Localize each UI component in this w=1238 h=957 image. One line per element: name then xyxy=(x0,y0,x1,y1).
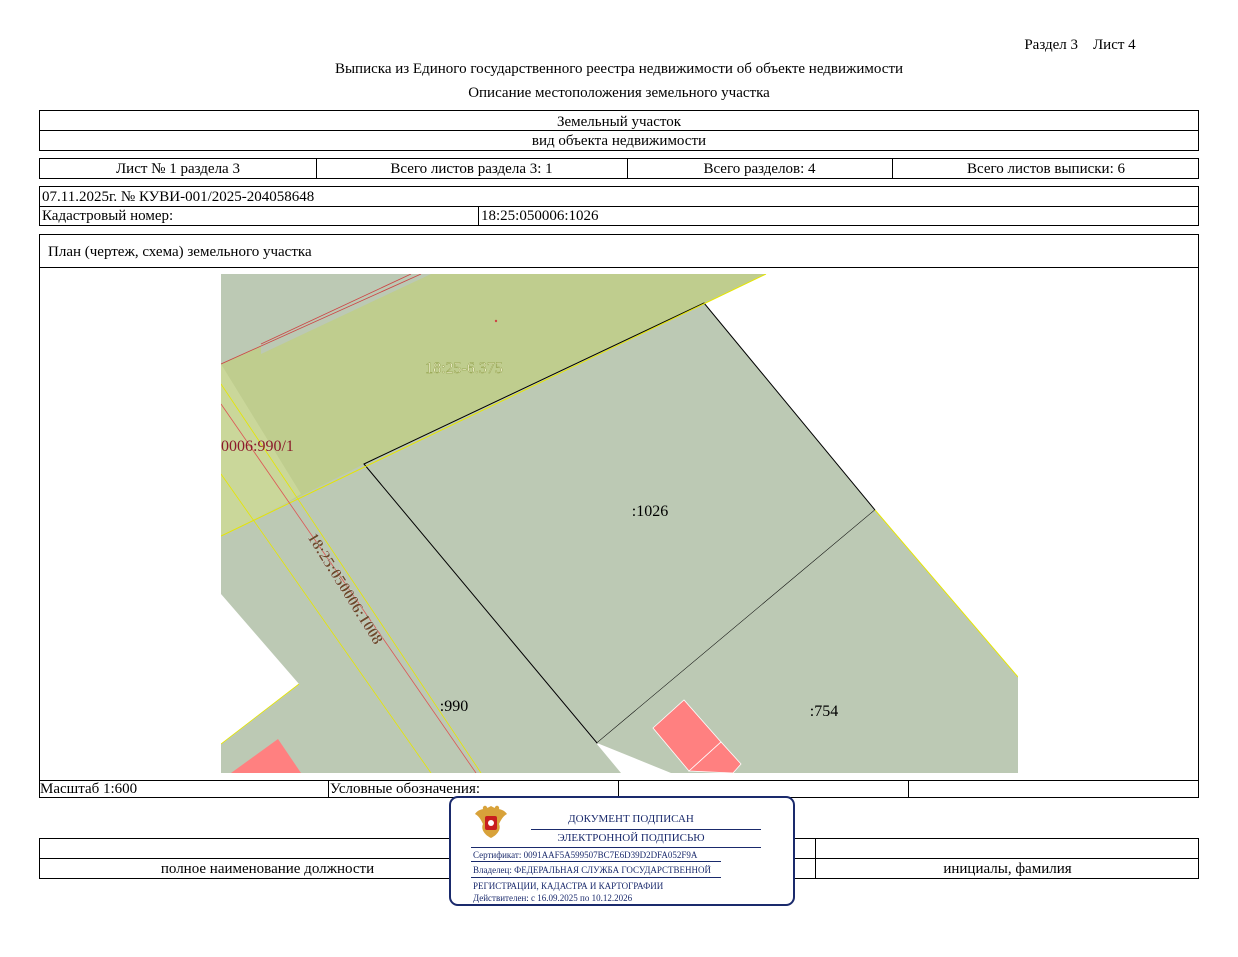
total-sections: Всего разделов: 4 xyxy=(703,161,816,177)
divider xyxy=(908,781,909,797)
divider xyxy=(471,877,721,878)
signature-caption: инициалы, фамилия xyxy=(943,861,1072,877)
divider xyxy=(531,829,761,830)
date-number: 07.11.2025г. № КУВИ-001/2025-204058648 xyxy=(42,189,315,205)
stamp-owner-1: Владелец: ФЕДЕРАЛЬНАЯ СЛУЖБА ГОСУДАРСТВЕ… xyxy=(473,865,712,875)
plan-title: План (чертеж, схема) земельного участка xyxy=(48,244,312,260)
parcel-990-label: :990 xyxy=(440,698,468,715)
e-signature-stamp: ДОКУМЕНТ ПОДПИСАН ЭЛЕКТРОННОЙ ПОДПИСЬЮ С… xyxy=(449,796,795,906)
divider xyxy=(328,781,329,797)
divider xyxy=(40,267,1198,268)
stamp-line-2: ЭЛЕКТРОННОЙ ПОДПИСЬЮ xyxy=(557,832,705,844)
cadastral-value: 18:25:050006:1026 xyxy=(481,208,599,224)
divider xyxy=(618,781,619,797)
coat-of-arms-icon xyxy=(475,805,507,838)
object-type: Земельный участок xyxy=(556,114,682,130)
cadastral-label: Кадастровый номер: xyxy=(42,208,174,224)
divider xyxy=(478,206,479,225)
position-caption: полное наименование должности xyxy=(160,861,375,877)
stamp-valid: Действителен: с 16.09.2025 по 10.12.2026 xyxy=(473,893,633,903)
divider xyxy=(471,861,721,862)
partial-label: 0006:990/1 xyxy=(221,438,294,455)
stamp-line-1: ДОКУМЕНТ ПОДПИСАН xyxy=(568,813,694,825)
sheets-row: Лист № 1 раздела 3 Всего листов раздела … xyxy=(39,158,1199,179)
total-extract-sheets: Всего листов выписки: 6 xyxy=(967,161,1125,177)
divider xyxy=(40,130,1198,131)
legend-label: Условные обозначения: xyxy=(330,781,481,797)
cadastral-map: 18:25-6.375 0006:990/1 :1026 18:25:05000… xyxy=(221,274,1018,773)
stamp-certificate: Сертификат: 0091AAF5A599507BC7E6D39D2DFA… xyxy=(473,850,698,860)
scale-label: Масштаб 1:600 xyxy=(40,781,138,797)
doc-info-box: 07.11.2025г. № КУВИ-001/2025-204058648 К… xyxy=(39,186,1199,226)
page-title: Выписка из Единого государственного реес… xyxy=(334,61,904,77)
zone-label: 18:25-6.375 xyxy=(425,360,503,377)
object-type-box: Земельный участок вид объекта недвижимос… xyxy=(39,110,1199,151)
object-type-caption: вид объекта недвижимости xyxy=(531,133,707,149)
stamp-owner-2: РЕГИСТРАЦИИ, КАДАСТРА И КАРТОГРАФИИ xyxy=(473,881,664,891)
total-section-sheets: Всего листов раздела 3: 1 xyxy=(390,161,553,177)
section-sheet-label: Раздел 3 Лист 4 xyxy=(1024,37,1136,53)
parcel-1026-label: :1026 xyxy=(632,503,668,520)
divider xyxy=(471,847,761,848)
sheet-number: Лист № 1 раздела 3 xyxy=(116,161,240,177)
page-subtitle: Описание местоположения земельного участ… xyxy=(468,85,770,101)
parcel-754-label: :754 xyxy=(810,703,838,720)
